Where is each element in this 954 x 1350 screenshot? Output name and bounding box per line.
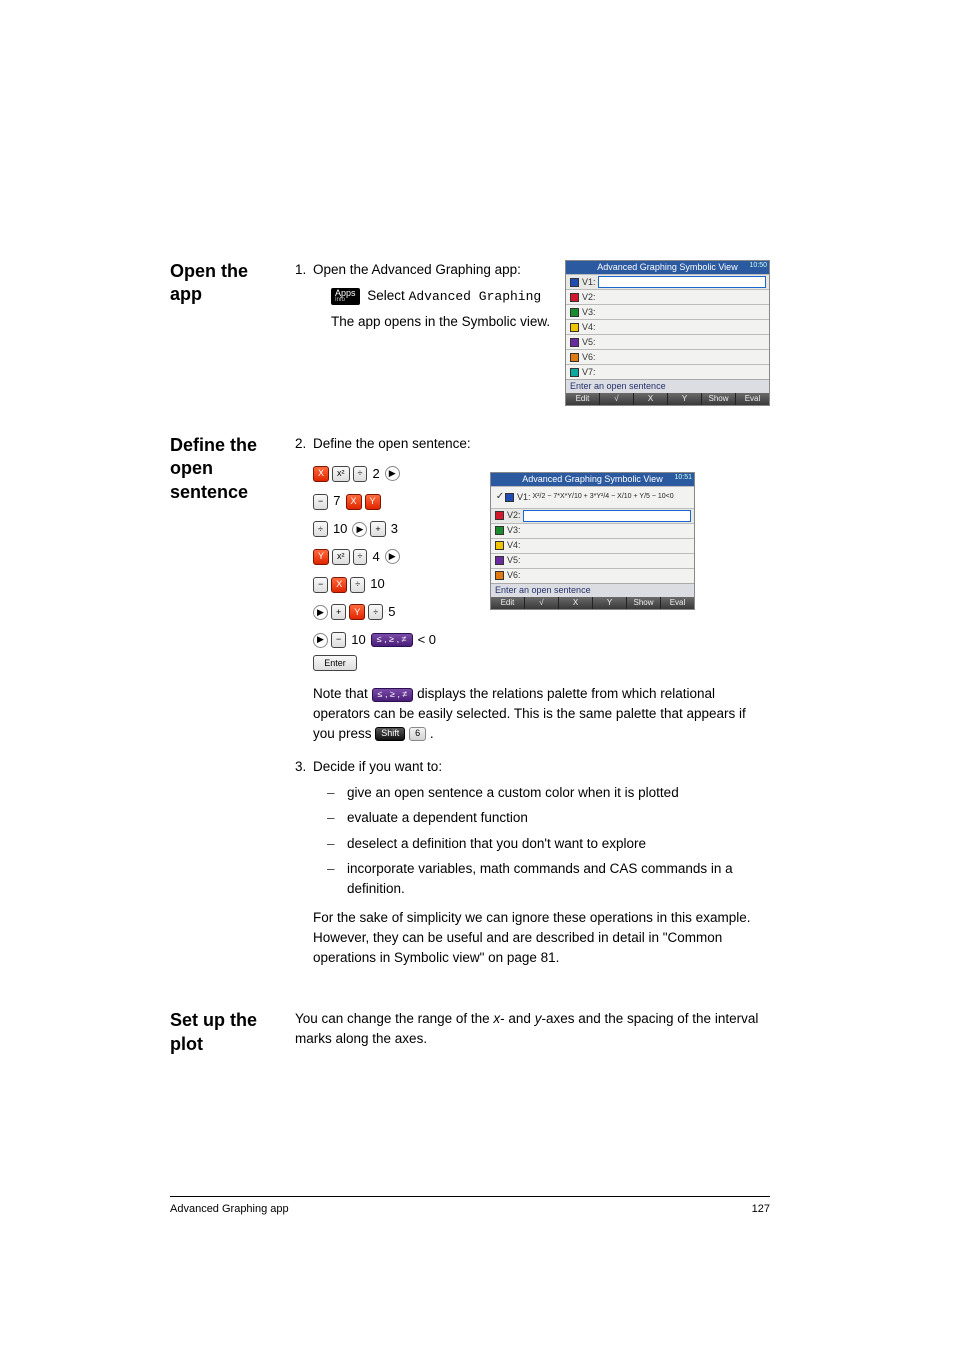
calc1-row-v7: V7: (566, 364, 769, 379)
heading-open-app: Open the app (170, 260, 280, 307)
step3-sub4: –incorporate variables, math commands an… (327, 859, 770, 898)
calc1-softkeys: Edit√X YShowEval (566, 393, 769, 405)
key-x: X (313, 466, 329, 482)
key-x: X (331, 577, 347, 593)
footer-left: Advanced Graphing app (170, 1203, 289, 1215)
step1-line1: Open the Advanced Graphing app: (313, 260, 553, 280)
calc1-row-v2: V2: (566, 289, 769, 304)
calc2-row-v6: V6: (491, 568, 694, 583)
key-enter: Enter (313, 655, 357, 671)
key-right-icon: ▶ (352, 522, 367, 537)
shift-key-icon: Shift (375, 727, 405, 741)
step-3: 3. Decide if you want to: –give an open … (295, 757, 770, 973)
calc1-msg: Enter an open sentence (566, 379, 769, 393)
calc1-row-v4: V4: (566, 319, 769, 334)
step-2: 2. Define the open sentence: X x² ÷ 2 ▶ (295, 434, 770, 749)
step1-select: Apps Info Select Advanced Graphing (331, 286, 553, 307)
step3-closing: For the sake of simplicity we can ignore… (313, 908, 770, 967)
key-divide-icon: ÷ (350, 577, 365, 593)
key-right-icon: ▶ (313, 605, 328, 620)
key-minus-icon: − (331, 632, 346, 648)
calc2-row-v2: V2: (491, 508, 694, 523)
key-right-icon: ▶ (385, 549, 400, 564)
heading-define: Define the open sentence (170, 434, 280, 504)
apps-key-icon: Apps Info (331, 288, 360, 305)
key-divide-icon: ÷ (368, 604, 383, 620)
calc1-row-v5: V5: (566, 334, 769, 349)
key-square-icon: x² (332, 549, 350, 565)
calc-screenshot-2: Advanced Graphing Symbolic View 10:51 ✓ … (490, 472, 695, 610)
key-divide-icon: ÷ (353, 466, 368, 482)
calc2-row-v4: V4: (491, 538, 694, 553)
calc1-row-v3: V3: (566, 304, 769, 319)
step3-sub3: –deselect a definition that you don't wa… (327, 834, 770, 854)
step-1: 1. Open the Advanced Graphing app: Apps … (295, 260, 553, 332)
section-setup: Set up the plot You can change the range… (170, 1009, 770, 1056)
calc-screenshot-1: Advanced Graphing Symbolic View 10:50 V1… (565, 260, 770, 406)
relations-note: Note that ≤ , ≥ , ≠ displays the relatio… (313, 684, 770, 743)
heading-setup: Set up the plot (170, 1009, 280, 1056)
step2-text: Define the open sentence: (313, 434, 770, 454)
key-y: Y (365, 494, 381, 510)
key-sequence: X x² ÷ 2 ▶ − 7 X Y (313, 462, 478, 675)
key-plus-icon: + (331, 604, 346, 620)
key-right-icon: ▶ (313, 633, 328, 648)
calc2-row-v3: V3: (491, 523, 694, 538)
section-open-app: Open the app 1. Open the Advanced Graphi… (170, 260, 770, 406)
key-x: X (346, 494, 362, 510)
calc1-row-v1: V1: (566, 274, 769, 289)
page-footer: Advanced Graphing app 127 (170, 1196, 770, 1215)
calc2-softkeys: Edit√X YShowEval (491, 597, 694, 609)
calc2-row-v5: V5: (491, 553, 694, 568)
key-right-icon: ▶ (385, 466, 400, 481)
key-divide-icon: ÷ (353, 549, 368, 565)
footer-page-number: 127 (752, 1203, 770, 1215)
step3-sub2: –evaluate a dependent function (327, 808, 770, 828)
calc2-titlebar: Advanced Graphing Symbolic View 10:51 (491, 473, 694, 486)
key-minus-icon: − (313, 494, 328, 510)
key-y: Y (349, 604, 365, 620)
step3-sub1: –give an open sentence a custom color wh… (327, 783, 770, 803)
key-divide-icon: ÷ (313, 521, 328, 537)
calc1-titlebar: Advanced Graphing Symbolic View 10:50 (566, 261, 769, 274)
calc2-msg: Enter an open sentence (491, 583, 694, 597)
step1-line2: The app opens in the Symbolic view. (331, 312, 553, 332)
key-minus-icon: − (313, 577, 328, 593)
relations-key-icon: ≤ , ≥ , ≠ (371, 633, 413, 647)
key-y: Y (313, 549, 329, 565)
six-key-icon: 6 (409, 727, 426, 741)
calc1-row-v6: V6: (566, 349, 769, 364)
key-plus-icon: + (370, 521, 385, 537)
key-square-icon: x² (332, 466, 350, 482)
relations-key-icon: ≤ , ≥ , ≠ (372, 688, 414, 702)
setup-body: You can change the range of the x- and y… (295, 1009, 770, 1048)
calc2-row-v1: ✓ V1: X²/2 − 7*X*Y/10 + 3*Y²/4 − X/10 + … (491, 486, 694, 508)
section-define: Define the open sentence 2. Define the o… (170, 434, 770, 981)
step3-text: Decide if you want to: (313, 757, 770, 777)
